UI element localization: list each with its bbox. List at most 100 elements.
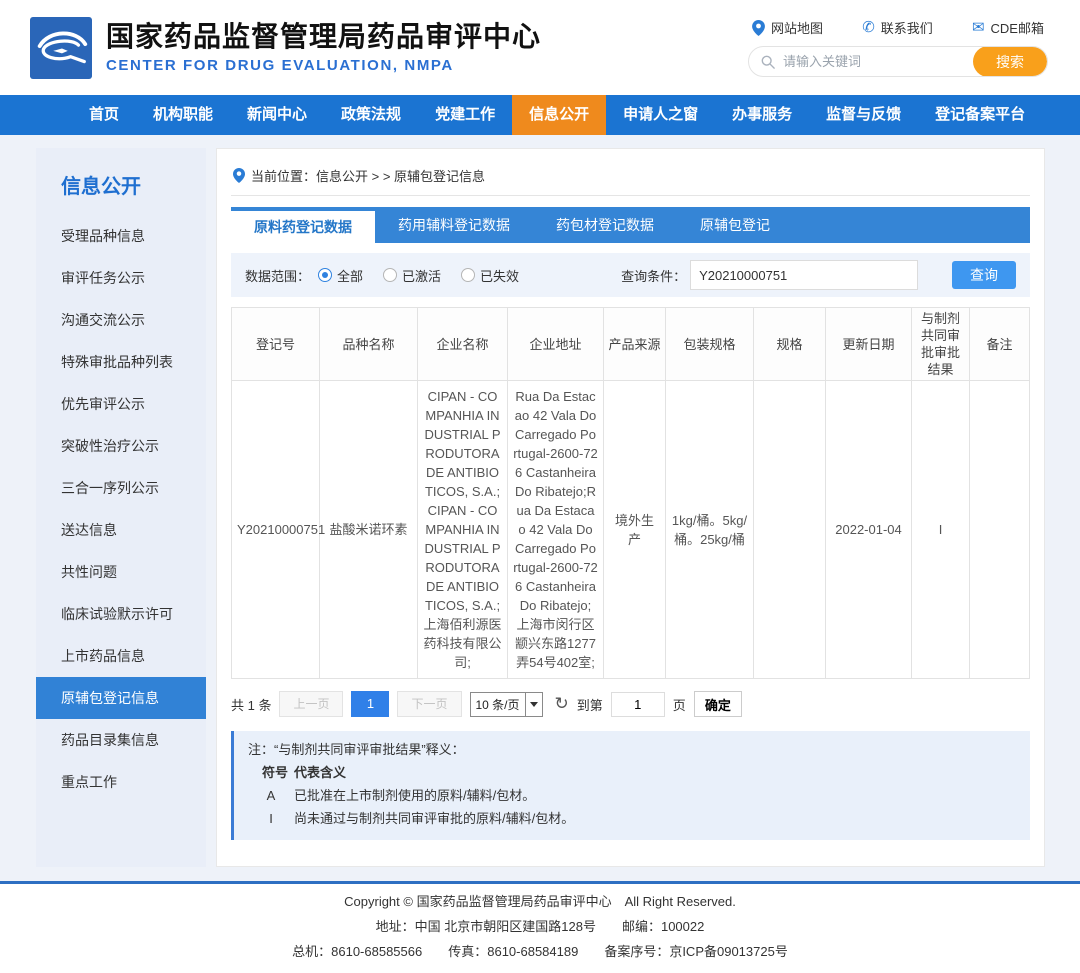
sidebar-item-accepted-varieties[interactable]: 受理品种信息 [36, 215, 206, 257]
tab-excipient-registration-data[interactable]: 药用辅料登记数据 [375, 207, 533, 243]
nav-item-services[interactable]: 办事服务 [715, 95, 809, 135]
query-button[interactable]: 查询 [952, 261, 1016, 289]
breadcrumb-text: 当前位置：信息公开 > > 原辅包登记信息 [251, 166, 485, 185]
page-size-select[interactable]: 10 条/页 [470, 692, 543, 717]
main-nav: 首页 机构职能 新闻中心 政策法规 党建工作 信息公开 申请人之窗 办事服务 监… [0, 95, 1080, 135]
query-condition-input[interactable] [690, 260, 918, 290]
footer-address: 地址：中国 北京市朝阳区建国路128号 邮编：100022 [0, 914, 1080, 939]
nav-item-functions[interactable]: 机构职能 [136, 95, 230, 135]
site-header: 国家药品监督管理局药品审评中心 CENTER FOR DRUG EVALUATI… [0, 0, 1080, 95]
radio-activated[interactable]: 已激活 [383, 266, 441, 285]
cell-company-name: CIPAN - COMPANHIA INDUSTRIAL PRODUTORA D… [418, 381, 508, 679]
sidebar-item-breakthrough-therapy[interactable]: 突破性治疗公示 [36, 425, 206, 467]
sidebar-item-marketed-drugs[interactable]: 上市药品信息 [36, 635, 206, 677]
breadcrumb: 当前位置：信息公开 > > 原辅包登记信息 [231, 159, 1030, 196]
note-symbol-col-label: 符号 [248, 763, 294, 783]
radio-all[interactable]: 全部 [318, 266, 363, 285]
nav-item-home[interactable]: 首页 [72, 95, 136, 135]
contact-link[interactable]: ✆ 联系我们 [862, 18, 933, 37]
cell-product-source: 境外生产 [604, 381, 666, 679]
sidebar-item-priority-review[interactable]: 优先审评公示 [36, 383, 206, 425]
col-header-update-date: 更新日期 [826, 308, 912, 381]
search-input[interactable] [775, 54, 973, 69]
sidebar-item-special-approval[interactable]: 特殊审批品种列表 [36, 341, 206, 383]
tab-api-registration-data[interactable]: 原料药登记数据 [231, 211, 375, 243]
sidebar-item-common-issues[interactable]: 共性问题 [36, 551, 206, 593]
radio-expired[interactable]: 已失效 [461, 266, 519, 285]
col-header-joint-review-result: 与制剂共同审批审批结果 [912, 308, 970, 381]
cell-joint-review-result: I [912, 381, 970, 679]
sidebar-title: 信息公开 [36, 164, 206, 215]
sidebar-item-communication[interactable]: 沟通交流公示 [36, 299, 206, 341]
nav-item-policy[interactable]: 政策法规 [324, 95, 418, 135]
nav-item-applicant-window[interactable]: 申请人之窗 [606, 95, 715, 135]
nav-item-news[interactable]: 新闻中心 [230, 95, 324, 135]
table-row: Y20210000751 盐酸米诺环素 CIPAN - COMPANHIA IN… [232, 381, 1030, 679]
filter-bar: 数据范围： 全部 已激活 已失效 查询条件： 查询 [231, 253, 1030, 297]
col-header-company-name: 企业名称 [418, 308, 508, 381]
pagination: 共 1 条 上一页 1 下一页 10 条/页 ↻ 到第 页 确定 [231, 691, 1030, 717]
col-header-packaging-spec: 包装规格 [666, 308, 754, 381]
total-count-label: 共 1 条 [231, 695, 271, 714]
sidebar-item-three-in-one[interactable]: 三合一序列公示 [36, 467, 206, 509]
jump-unit-label: 页 [673, 695, 686, 714]
nav-item-registration-platform[interactable]: 登记备案平台 [918, 95, 1042, 135]
tab-packaging-registration-data[interactable]: 药包材登记数据 [533, 207, 677, 243]
nav-item-party[interactable]: 党建工作 [418, 95, 512, 135]
sidebar-item-delivery-info[interactable]: 送达信息 [36, 509, 206, 551]
cde-logo-icon [30, 17, 92, 79]
sidebar-item-excipient-registration[interactable]: 原辅包登记信息 [36, 677, 206, 719]
search-button[interactable]: 搜索 [973, 46, 1047, 77]
nav-item-info-disclosure[interactable]: 信息公开 [512, 95, 606, 135]
col-header-variety-name: 品种名称 [320, 308, 418, 381]
location-pin-icon [233, 168, 245, 183]
main-area: 信息公开 受理品种信息 审评任务公示 沟通交流公示 特殊审批品种列表 优先审评公… [0, 135, 1080, 881]
brand: 国家药品监督管理局药品审评中心 CENTER FOR DRUG EVALUATI… [30, 17, 541, 79]
prev-page-button[interactable]: 上一页 [279, 691, 343, 717]
radio-selected-icon [318, 268, 332, 282]
cell-packaging-spec: 1kg/桶。5kg/桶。25kg/桶 [666, 381, 754, 679]
contact-link-label: 联系我们 [881, 18, 933, 37]
cell-variety-name: 盐酸米诺环素 [320, 381, 418, 679]
sidebar: 信息公开 受理品种信息 审评任务公示 沟通交流公示 特殊审批品种列表 优先审评公… [36, 148, 206, 867]
data-range-label: 数据范围： [245, 266, 310, 285]
refresh-icon[interactable]: ↻ [555, 694, 569, 714]
page-number-1[interactable]: 1 [351, 691, 389, 717]
table-header-row: 登记号 品种名称 企业名称 企业地址 产品来源 包装规格 规格 更新日期 与制剂… [232, 308, 1030, 381]
note-column-header: 符号 代表含义 [248, 763, 1016, 783]
dropdown-arrow-icon [525, 693, 542, 716]
note-meaning-a: 已批准在上市制剂使用的原料/辅料/包材。 [294, 786, 535, 806]
col-header-product-source: 产品来源 [604, 308, 666, 381]
jump-to-label: 到第 [577, 695, 603, 714]
jump-page-input[interactable] [611, 692, 665, 717]
nav-item-supervision[interactable]: 监督与反馈 [809, 95, 918, 135]
note-meaning-col-label: 代表含义 [294, 763, 346, 783]
footer-copyright: Copyright © 国家药品监督管理局药品审评中心 All Right Re… [0, 889, 1080, 914]
sidebar-item-clinical-trial-permit[interactable]: 临床试验默示许可 [36, 593, 206, 635]
note-row-i: I 尚未通过与制剂共同审评审批的原料/辅料/包材。 [248, 809, 1016, 829]
confirm-button[interactable]: 确定 [694, 691, 742, 717]
sitemap-link-label: 网站地图 [771, 18, 823, 37]
site-subtitle: CENTER FOR DRUG EVALUATION, NMPA [106, 57, 541, 74]
footer-contact: 总机：8610-68585566 传真：8610-68584189 备案序号：京… [0, 939, 1080, 964]
note-symbol-a: A [248, 786, 294, 806]
sidebar-item-drug-catalog[interactable]: 药品目录集信息 [36, 719, 206, 761]
cde-mail-link[interactable]: ✉ CDE邮箱 [972, 18, 1044, 37]
col-header-registration-no: 登记号 [232, 308, 320, 381]
phone-icon: ✆ [862, 20, 875, 35]
brand-text: 国家药品监督管理局药品审评中心 CENTER FOR DRUG EVALUATI… [106, 21, 541, 74]
cell-update-date: 2022-01-04 [826, 381, 912, 679]
legend-note: 注：“与制剂共同审评审批结果”释义： 符号 代表含义 A 已批准在上市制剂使用的… [231, 731, 1030, 840]
top-links: 网站地图 ✆ 联系我们 ✉ CDE邮箱 [748, 18, 1048, 37]
sidebar-item-review-tasks[interactable]: 审评任务公示 [36, 257, 206, 299]
radio-expired-label: 已失效 [480, 266, 519, 285]
note-symbol-i: I [248, 809, 294, 829]
registration-table: 登记号 品种名称 企业名称 企业地址 产品来源 包装规格 规格 更新日期 与制剂… [231, 307, 1030, 679]
location-pin-icon [752, 20, 765, 36]
cell-registration-no: Y20210000751 [232, 381, 320, 679]
sidebar-item-key-work[interactable]: 重点工作 [36, 761, 206, 803]
tab-apie-registration[interactable]: 原辅包登记 [677, 207, 793, 243]
sitemap-link[interactable]: 网站地图 [752, 18, 823, 37]
next-page-button[interactable]: 下一页 [397, 691, 461, 717]
query-condition-label: 查询条件： [621, 266, 686, 285]
